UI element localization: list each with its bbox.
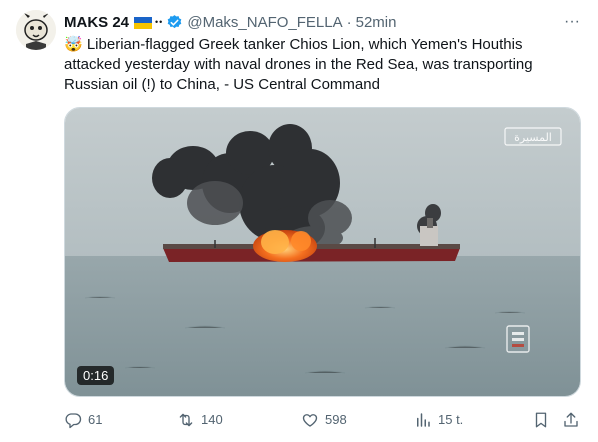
ukraine-flag-icon: [134, 16, 153, 29]
bookmark-button[interactable]: [532, 410, 556, 430]
like-count: 598: [325, 412, 347, 427]
bookmark-icon: [535, 412, 547, 428]
author-emoji-dots: ••: [155, 17, 164, 27]
video-thumbnail: المسيرة: [65, 108, 580, 396]
tweet-text: 🤯 Liberian-flagged Greek tanker Chios Li…: [64, 36, 537, 93]
avatar-image: [16, 10, 56, 50]
repost-icon: [179, 413, 193, 427]
reply-button[interactable]: 61: [64, 410, 102, 430]
repost-count: 140: [201, 412, 223, 427]
share-button[interactable]: [562, 410, 586, 430]
author-avatar[interactable]: [16, 10, 56, 50]
view-count: 15 t.: [438, 412, 464, 427]
header-separator: ·: [346, 13, 352, 31]
repost-button[interactable]: 140: [177, 410, 223, 430]
tweet[interactable]: MAKS 24 •• @Maks_NAFO_FELLA · 52min ··· …: [0, 0, 598, 442]
tweet-timestamp[interactable]: 52min: [356, 14, 397, 31]
heart-icon: [302, 414, 318, 427]
tweet-header: MAKS 24 •• @Maks_NAFO_FELLA · 52min: [64, 12, 396, 32]
share-icon: [564, 412, 578, 427]
more-icon: ···: [564, 13, 580, 30]
watermark-text: المسيرة: [514, 131, 552, 144]
reply-icon: [65, 413, 82, 429]
verified-badge-icon[interactable]: [166, 14, 183, 31]
like-button[interactable]: 598: [301, 410, 347, 430]
video-player[interactable]: المسيرة 0:16: [64, 107, 581, 397]
video-duration-badge: 0:16: [77, 366, 115, 385]
more-options-button[interactable]: ···: [560, 12, 584, 32]
reply-count: 61: [88, 412, 103, 427]
author-handle[interactable]: @Maks_NAFO_FELLA: [187, 14, 342, 31]
views-button[interactable]: 15 t.: [414, 410, 463, 430]
author-name[interactable]: MAKS 24: [64, 14, 129, 31]
views-chart-icon: [417, 413, 430, 427]
tweet-actions: 61 140 598 15 t.: [64, 410, 584, 430]
